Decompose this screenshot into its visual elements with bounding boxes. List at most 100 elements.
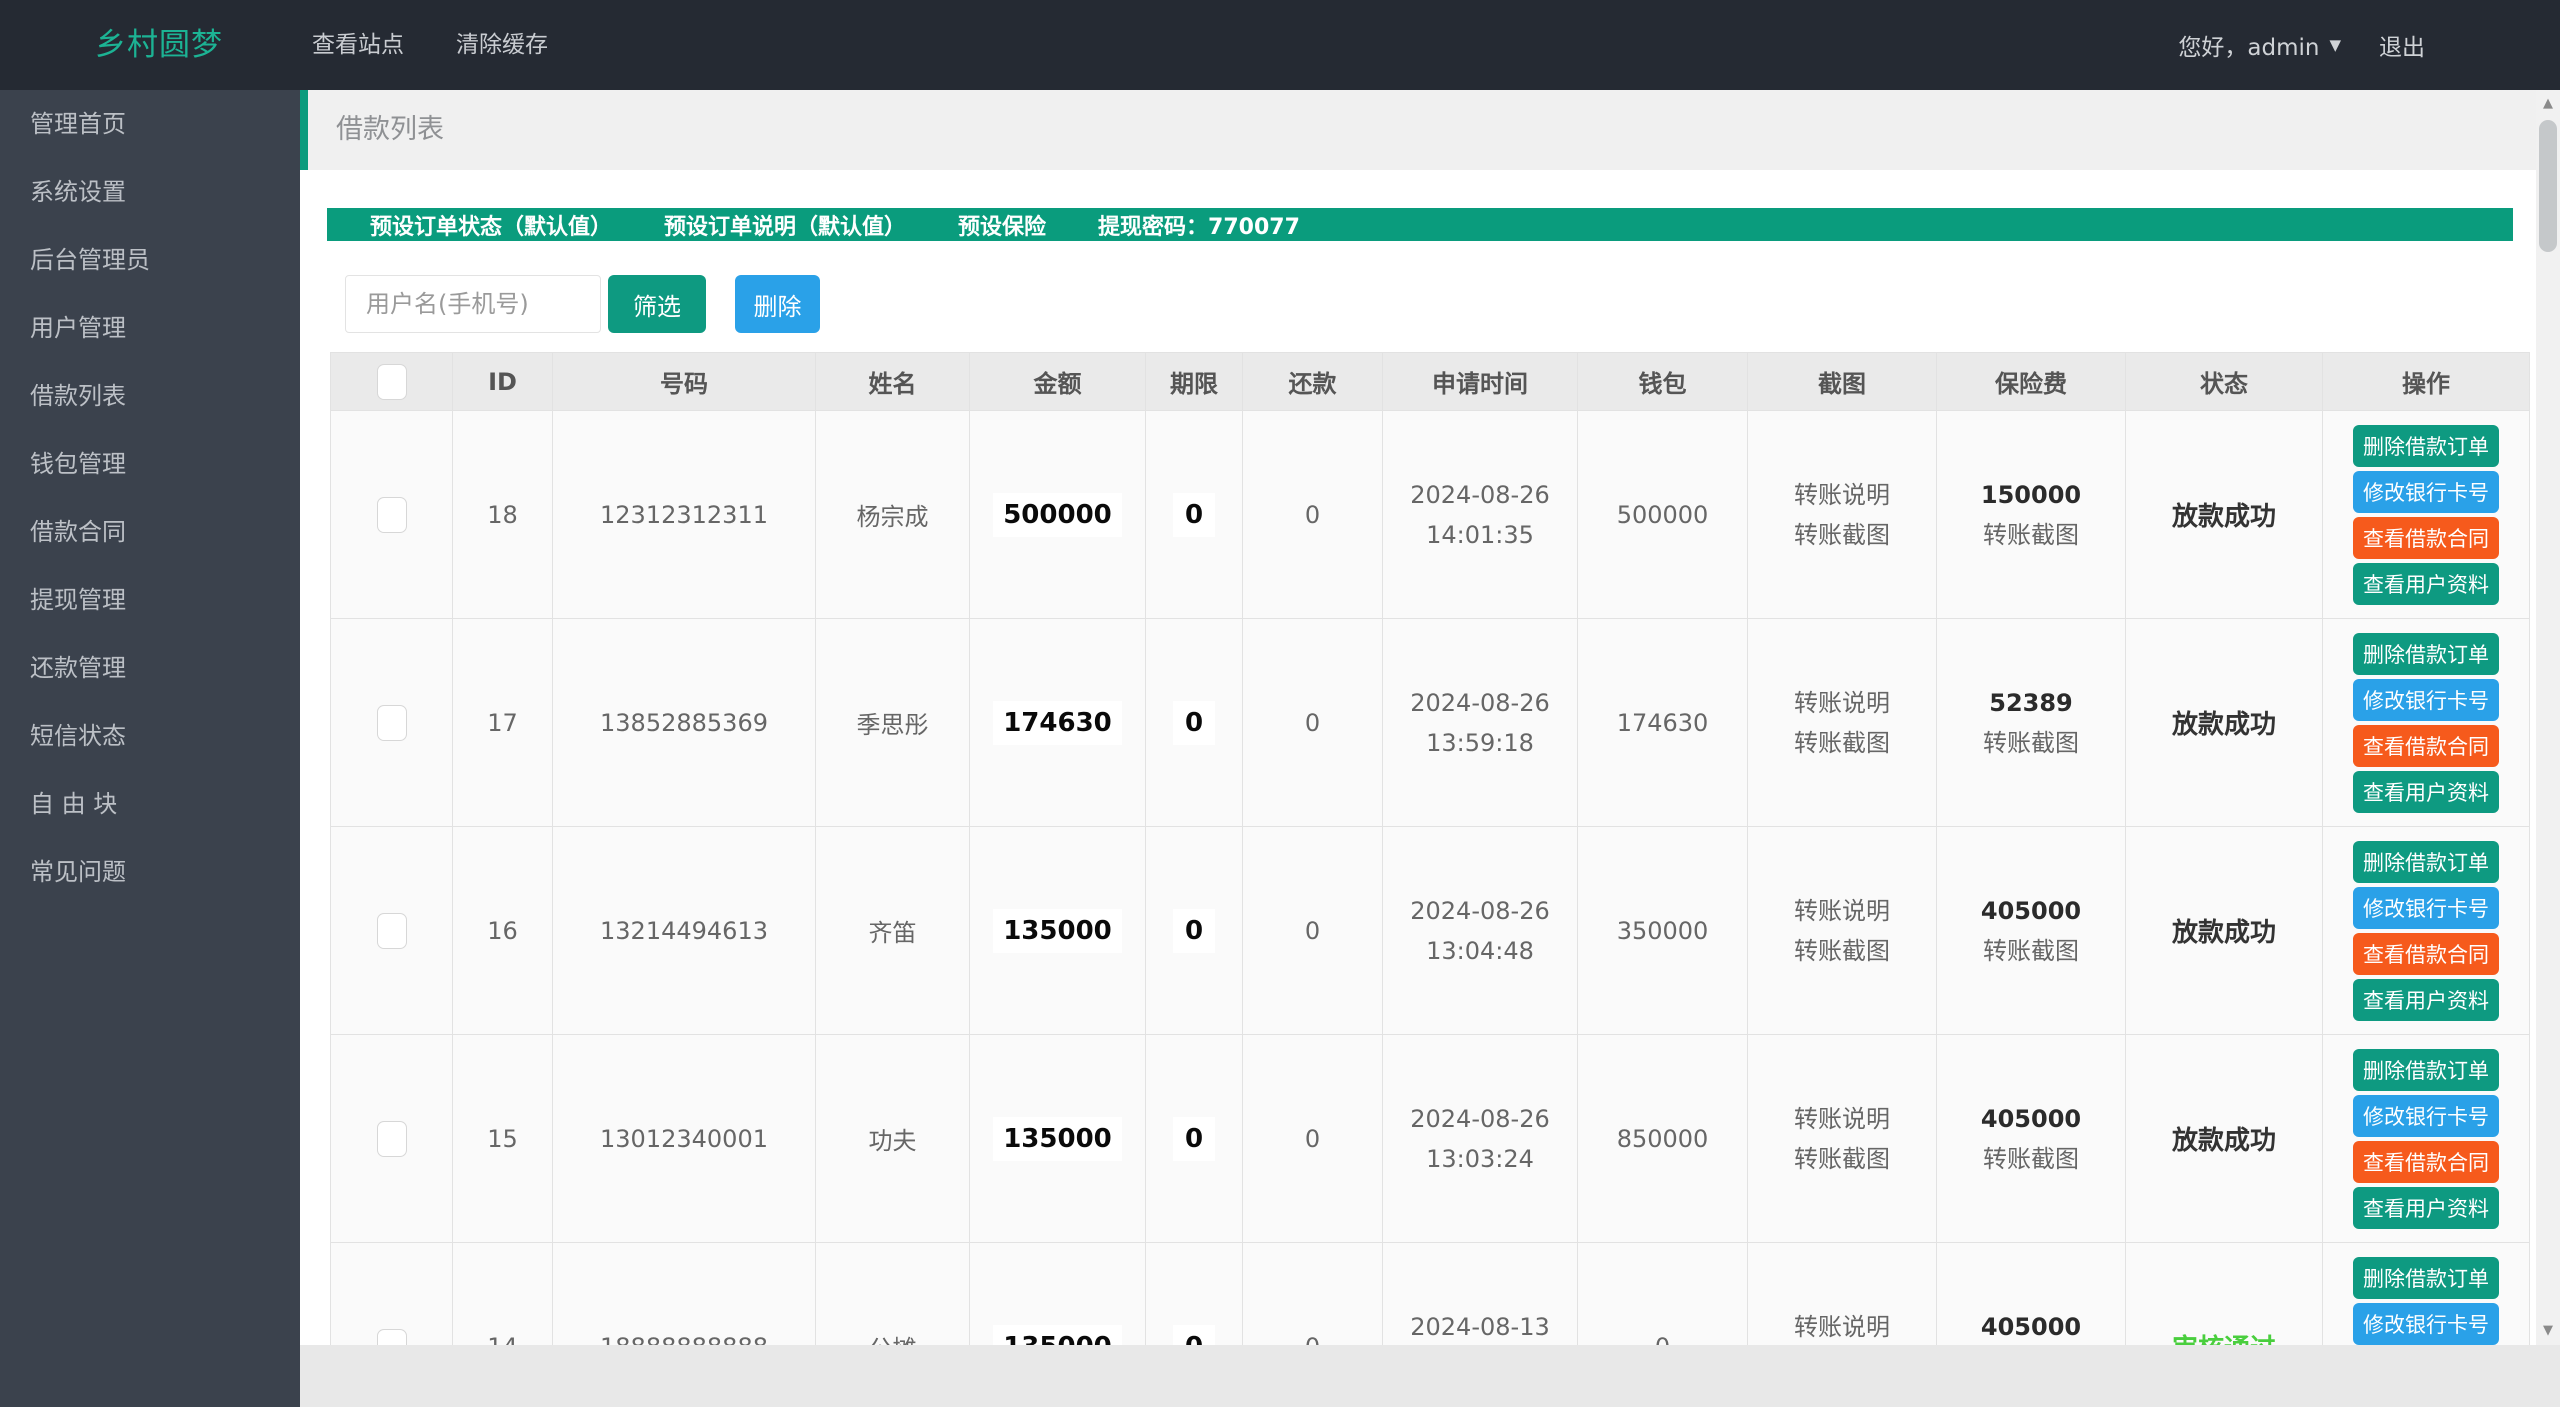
term-field[interactable]: 0	[1173, 909, 1215, 953]
scroll-down-icon[interactable]: ▼	[2536, 1319, 2560, 1343]
row-checkbox[interactable]	[377, 705, 407, 741]
transfer-note-link[interactable]: 转账说明	[1794, 683, 1890, 723]
status-cell: 放款成功	[2126, 1035, 2323, 1243]
view-loan-contract-button[interactable]: 查看借款合同	[2353, 933, 2499, 975]
select-all-checkbox[interactable]	[377, 364, 407, 400]
delete-loan-order-button[interactable]: 删除借款订单	[2353, 633, 2499, 675]
customer-name: 季思彤	[857, 705, 929, 740]
edit-bank-card-button[interactable]: 修改银行卡号	[2353, 679, 2499, 721]
id-cell: 17	[453, 619, 553, 827]
term-field[interactable]: 0	[1173, 493, 1215, 537]
apply-clock: 13:04:48	[1426, 931, 1534, 971]
repay-value: 0	[1305, 501, 1320, 529]
term-cell: 0	[1146, 1035, 1243, 1243]
sidebar-item-users[interactable]: 用户管理	[0, 294, 300, 362]
view-loan-contract-button[interactable]: 查看借款合同	[2353, 517, 2499, 559]
content-panel: 预设订单状态（默认值） 预设订单说明（默认值） 预设保险 提现密码：770077…	[300, 170, 2536, 1345]
transfer-note-link[interactable]: 转账说明	[1794, 1099, 1890, 1139]
amount-field[interactable]: 135000	[993, 909, 1122, 953]
nav-view-site[interactable]: 查看站点	[312, 0, 404, 90]
delete-loan-order-button[interactable]: 删除借款订单	[2353, 425, 2499, 467]
term-field[interactable]: 0	[1173, 1325, 1215, 1346]
fee-screenshot-link[interactable]: 转账截图	[1983, 931, 2079, 971]
sidebar-item-withdraw[interactable]: 提现管理	[0, 566, 300, 634]
fee-screenshot-link[interactable]: 转账截图	[1983, 515, 2079, 555]
repay-cell: 0	[1243, 619, 1383, 827]
preset-order-desc-link[interactable]: 预设订单说明（默认值）	[664, 209, 906, 241]
phone-number: 18888888888	[600, 1333, 768, 1346]
preset-order-status-link[interactable]: 预设订单状态（默认值）	[370, 209, 612, 241]
id-cell: 15	[453, 1035, 553, 1243]
vertical-scrollbar[interactable]: ▲ ▼	[2536, 90, 2560, 1345]
delete-button[interactable]: 删除	[735, 275, 820, 333]
sidebar-item-sms-status[interactable]: 短信状态	[0, 702, 300, 770]
apply-time-cell: 2024-08-26 13:03:24	[1383, 1035, 1578, 1243]
sidebar-item-loan-contract[interactable]: 借款合同	[0, 498, 300, 566]
wallet-cell: 174630	[1578, 619, 1748, 827]
name-cell: 齐笛	[816, 827, 970, 1035]
scrollbar-thumb[interactable]	[2539, 120, 2557, 252]
edit-bank-card-button[interactable]: 修改银行卡号	[2353, 887, 2499, 929]
amount-field[interactable]: 174630	[993, 701, 1122, 745]
nav-clear-cache[interactable]: 清除缓存	[456, 0, 548, 90]
sidebar-item-system-settings[interactable]: 系统设置	[0, 158, 300, 226]
horizontal-scroll-area[interactable]	[300, 1345, 2560, 1407]
transfer-screenshot-link[interactable]: 转账截图	[1794, 515, 1890, 555]
edit-bank-card-button[interactable]: 修改银行卡号	[2353, 471, 2499, 513]
term-field[interactable]: 0	[1173, 701, 1215, 745]
sidebar-item-free-block[interactable]: 自 由 块	[0, 770, 300, 838]
sidebar-item-repayment[interactable]: 还款管理	[0, 634, 300, 702]
edit-bank-card-button[interactable]: 修改银行卡号	[2353, 1303, 2499, 1345]
user-menu[interactable]: 您好，admin ▼	[2178, 28, 2341, 62]
screenshot-cell: 转账说明 转账截图	[1748, 1243, 1937, 1345]
transfer-screenshot-link[interactable]: 转账截图	[1794, 931, 1890, 971]
logout-link[interactable]: 退出	[2379, 28, 2425, 62]
term-field[interactable]: 0	[1173, 1117, 1215, 1161]
view-user-profile-button[interactable]: 查看用户资料	[2353, 771, 2499, 813]
wallet-value: 500000	[1617, 501, 1709, 529]
preset-insurance-link[interactable]: 预设保险	[958, 209, 1046, 241]
header-term: 期限	[1146, 353, 1243, 411]
sidebar-item-loan-list[interactable]: 借款列表	[0, 362, 300, 430]
view-loan-contract-button[interactable]: 查看借款合同	[2353, 725, 2499, 767]
transfer-note-link[interactable]: 转账说明	[1794, 891, 1890, 931]
view-user-profile-button[interactable]: 查看用户资料	[2353, 1187, 2499, 1229]
amount-field[interactable]: 135000	[993, 1325, 1122, 1346]
transfer-screenshot-link[interactable]: 转账截图	[1794, 723, 1890, 763]
delete-loan-order-button[interactable]: 删除借款订单	[2353, 841, 2499, 883]
view-loan-contract-button[interactable]: 查看借款合同	[2353, 1141, 2499, 1183]
header-amount: 金额	[970, 353, 1146, 411]
status-cell: 审核通过	[2126, 1243, 2323, 1345]
delete-loan-order-button[interactable]: 删除借款订单	[2353, 1049, 2499, 1091]
amount-field[interactable]: 135000	[993, 1117, 1122, 1161]
transfer-note-link[interactable]: 转账说明	[1794, 475, 1890, 515]
sidebar-item-home[interactable]: 管理首页	[0, 90, 300, 158]
filter-button[interactable]: 筛选	[608, 275, 706, 333]
sidebar-item-faq[interactable]: 常见问题	[0, 838, 300, 906]
search-input[interactable]	[345, 275, 601, 333]
brand-logo[interactable]: 乡村圆梦	[95, 0, 223, 90]
loan-table: ID 号码 姓名 金额 期限 还款 申请时间 钱包 截图 保险费 状态 操作 1…	[330, 352, 2530, 1345]
fee-screenshot-link[interactable]: 转账截图	[1983, 1139, 2079, 1179]
row-checkbox[interactable]	[377, 1121, 407, 1157]
edit-bank-card-button[interactable]: 修改银行卡号	[2353, 1095, 2499, 1137]
row-checkbox[interactable]	[377, 913, 407, 949]
amount-field[interactable]: 500000	[993, 493, 1122, 537]
repay-value: 0	[1305, 1125, 1320, 1153]
view-user-profile-button[interactable]: 查看用户资料	[2353, 979, 2499, 1021]
scroll-up-icon[interactable]: ▲	[2536, 92, 2560, 116]
row-checkbox[interactable]	[377, 1329, 407, 1346]
sidebar-item-admins[interactable]: 后台管理员	[0, 226, 300, 294]
view-user-profile-button[interactable]: 查看用户资料	[2353, 563, 2499, 605]
delete-loan-order-button[interactable]: 删除借款订单	[2353, 1257, 2499, 1299]
phone-number: 13214494613	[600, 917, 768, 945]
fee-screenshot-link[interactable]: 转账截图	[1983, 723, 2079, 763]
insurance-fee-value: 405000	[1981, 891, 2081, 931]
apply-time-cell: 2024-08-13	[1383, 1243, 1578, 1345]
transfer-screenshot-link[interactable]: 转账截图	[1794, 1139, 1890, 1179]
term-cell: 0	[1146, 411, 1243, 619]
row-checkbox[interactable]	[377, 497, 407, 533]
transfer-note-link[interactable]: 转账说明	[1794, 1307, 1890, 1346]
insurance-fee-value: 405000	[1981, 1099, 2081, 1139]
sidebar-item-wallet[interactable]: 钱包管理	[0, 430, 300, 498]
